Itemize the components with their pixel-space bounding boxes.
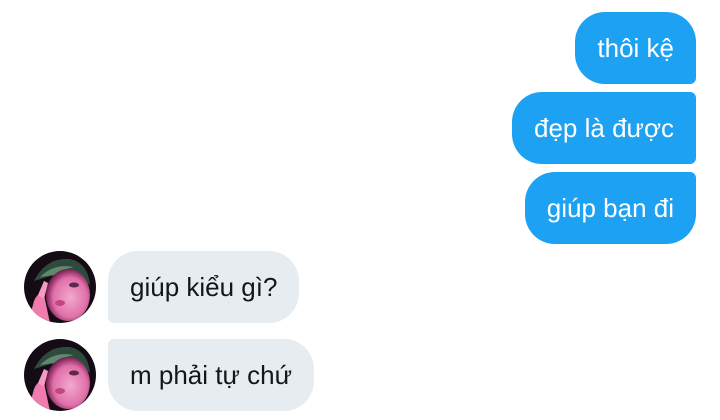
message-text: giúp bạn đi [546,193,674,223]
message-text: m phải tự chứ [130,360,292,390]
avatar-photo [24,339,96,411]
sent-message-bubble[interactable]: đẹp là được [512,92,696,164]
contact-avatar[interactable] [24,251,96,323]
received-message-bubble[interactable]: m phải tự chứ [108,339,314,411]
received-message-bubble[interactable]: giúp kiểu gì? [108,251,300,323]
sent-message-bubble[interactable]: giúp bạn đi [524,172,696,244]
message-text: giúp kiểu gì? [130,272,278,302]
message-text: thôi kệ [597,33,674,63]
message-text: đẹp là được [534,113,674,143]
sent-message-bubble[interactable]: thôi kệ [575,12,696,84]
contact-avatar[interactable] [24,339,96,411]
chat-thread: thôi kệ đẹp là được giúp bạn đi giúp kiể… [0,0,720,420]
avatar-photo [24,251,96,323]
